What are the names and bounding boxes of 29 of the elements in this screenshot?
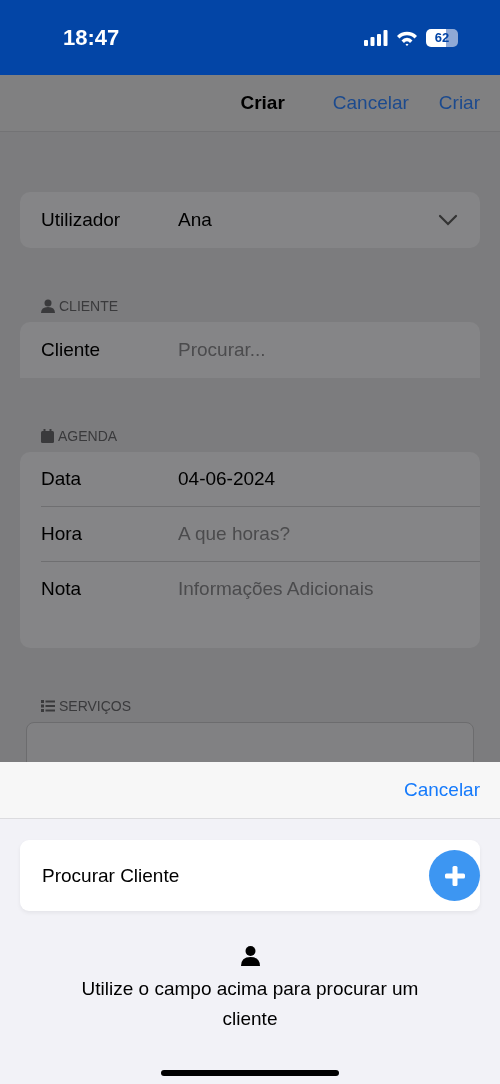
section-heading: CLIENTE [59, 298, 119, 314]
list-icon [41, 700, 55, 712]
create-link[interactable]: Criar [438, 92, 480, 114]
wifi-icon [396, 29, 418, 46]
input-field[interactable]: Informações Adicionais [178, 578, 374, 600]
field-label: Hora [41, 523, 84, 545]
cancel-link[interactable]: Cancelar [403, 779, 480, 801]
chevron-down-icon [438, 214, 458, 226]
search-field[interactable]: Procurar Cliente [20, 840, 480, 911]
field-value[interactable]: 04-06-2024 [178, 468, 480, 490]
user-picker[interactable]: Utilizador Ana [20, 192, 480, 248]
field-label: Data [41, 468, 83, 490]
input-field[interactable]: A que horas? [178, 523, 290, 545]
cancel-link[interactable]: Cancelar [332, 92, 409, 114]
section-heading: AGENDA [58, 428, 118, 444]
empty-message: Utilize o campo acima para procurar um cliente [80, 977, 420, 1031]
field-label: Cliente [41, 339, 102, 361]
calendar-icon [41, 429, 54, 443]
battery-icon: 62 [426, 28, 458, 47]
person-icon [41, 299, 55, 313]
signal-icon [364, 29, 388, 46]
add-button[interactable] [429, 850, 480, 901]
plus-icon [444, 865, 465, 886]
person-icon [240, 946, 260, 966]
clock-time: 18:47 [63, 24, 120, 51]
field-label: Nota [41, 578, 83, 600]
input-field[interactable]: Procurar... [178, 339, 266, 361]
page-title: Criar [240, 92, 285, 114]
section-heading: SERVIÇOS [59, 698, 132, 714]
